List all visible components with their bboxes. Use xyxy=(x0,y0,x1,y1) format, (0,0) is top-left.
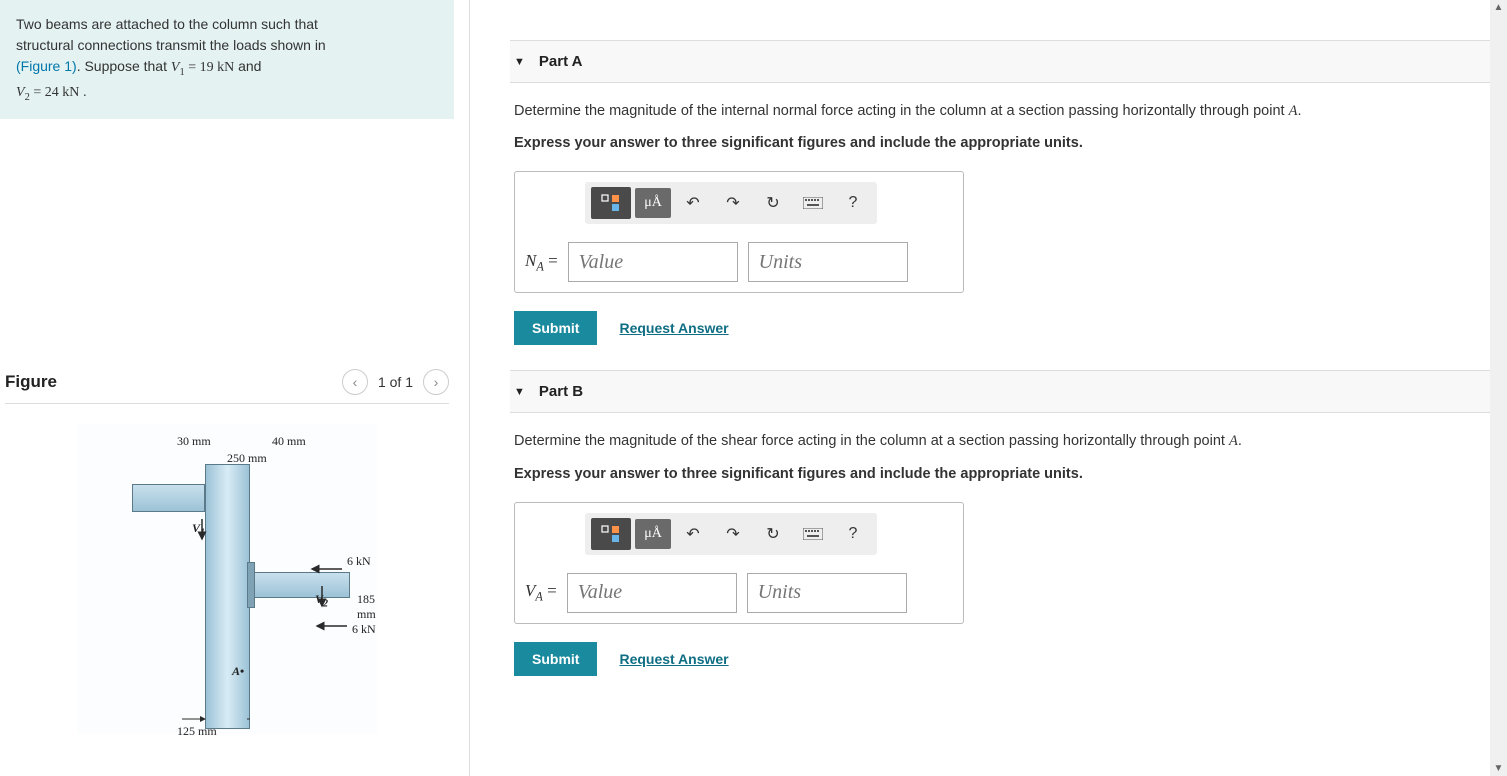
figure-nav: ‹ 1 of 1 › xyxy=(342,369,449,395)
part-a-toolbar: μÅ ↶ ↷ ↻ ? xyxy=(585,182,877,224)
part-b-body: Determine the magnitude of the shear for… xyxy=(510,413,1492,675)
v1-label: V1 xyxy=(192,521,205,538)
part-b-toolbar: μÅ ↶ ↷ ↻ ? xyxy=(585,513,877,555)
dim-250mm: 250 mm xyxy=(227,451,267,466)
eq2: = xyxy=(30,85,45,100)
right-panel: ▼ Part A Determine the magnitude of the … xyxy=(470,0,1507,776)
figure-next-button[interactable]: › xyxy=(423,369,449,395)
part-a-units-input[interactable] xyxy=(748,242,908,282)
collapse-icon: ▼ xyxy=(514,386,525,398)
template-icon[interactable] xyxy=(591,187,631,219)
v2-unit: kN xyxy=(59,85,83,100)
undo-button[interactable]: ↶ xyxy=(675,188,711,218)
dim-185mm: 185 mm xyxy=(357,592,377,622)
part-a-request-answer[interactable]: Request Answer xyxy=(619,320,728,336)
template-icon[interactable] xyxy=(591,518,631,550)
part-a-answer-row: NA = xyxy=(525,242,953,282)
part-a-answer-box: μÅ ↶ ↷ ↻ ? NA = xyxy=(514,171,964,293)
keyboard-button[interactable] xyxy=(795,519,831,549)
collapse-icon: ▼ xyxy=(514,56,525,68)
redo-button[interactable]: ↷ xyxy=(715,188,751,218)
left-panel: Two beams are attached to the column suc… xyxy=(0,0,470,776)
part-b-units-input[interactable] xyxy=(747,573,907,613)
eq1: = xyxy=(185,60,200,75)
keyboard-button[interactable] xyxy=(795,188,831,218)
v1-unit: kN xyxy=(214,60,235,75)
figure-link[interactable]: (Figure 1) xyxy=(16,58,77,74)
part-b-section: ▼ Part B Determine the magnitude of the … xyxy=(510,370,1492,675)
part-a-question: Determine the magnitude of the internal … xyxy=(514,101,1488,121)
special-chars-button[interactable]: μÅ xyxy=(635,188,671,218)
undo-button[interactable]: ↶ xyxy=(675,519,711,549)
part-b-submit-row: Submit Request Answer xyxy=(514,642,1488,676)
part-a-instruction: Express your answer to three significant… xyxy=(514,135,1488,151)
help-button[interactable]: ? xyxy=(835,519,871,549)
and-text: and xyxy=(234,58,261,74)
figure-diagram: 30 mm 40 mm 250 mm V1 6 kN V2 185 mm 6 k… xyxy=(77,424,377,734)
part-a-var-label: NA = xyxy=(525,251,558,274)
part-b-var-label: VA = xyxy=(525,581,557,604)
part-b-question: Determine the magnitude of the shear for… xyxy=(514,431,1488,451)
part-a-submit-row: Submit Request Answer xyxy=(514,311,1488,345)
part-b-header[interactable]: ▼ Part B xyxy=(510,370,1492,413)
part-b-answer-row: VA = xyxy=(525,573,953,613)
part-a-header[interactable]: ▼ Part A xyxy=(510,40,1492,83)
scroll-up-icon[interactable]: ▲ xyxy=(1494,2,1504,13)
point-a: A• xyxy=(232,664,244,679)
v2-var: V xyxy=(16,85,25,100)
redo-button[interactable]: ↷ xyxy=(715,519,751,549)
figure-page: 1 of 1 xyxy=(378,374,413,390)
problem-statement: Two beams are attached to the column suc… xyxy=(0,0,454,119)
dim-30mm: 30 mm xyxy=(177,434,211,449)
force-6kn-bottom: 6 kN xyxy=(352,622,376,637)
part-b-submit-button[interactable]: Submit xyxy=(514,642,597,676)
reset-button[interactable]: ↻ xyxy=(755,188,791,218)
figure-title: Figure xyxy=(5,372,57,392)
v2-label: V2 xyxy=(315,592,328,609)
part-b-instruction: Express your answer to three significant… xyxy=(514,466,1488,482)
period: . xyxy=(83,83,87,99)
suppose-text: . Suppose that xyxy=(77,58,171,74)
figure-header: Figure ‹ 1 of 1 › xyxy=(5,369,449,404)
part-a-section: ▼ Part A Determine the magnitude of the … xyxy=(510,40,1492,345)
dim-40mm: 40 mm xyxy=(272,434,306,449)
part-a-body: Determine the magnitude of the internal … xyxy=(510,83,1492,345)
vertical-scrollbar[interactable]: ▲ ▼ xyxy=(1490,0,1507,776)
part-a-value-input[interactable] xyxy=(568,242,738,282)
reset-button[interactable]: ↻ xyxy=(755,519,791,549)
part-b-request-answer[interactable]: Request Answer xyxy=(619,651,728,667)
help-button[interactable]: ? xyxy=(835,188,871,218)
figure-section: Figure ‹ 1 of 1 › 30 mm 40 mm 250 mm V1 … xyxy=(0,369,454,734)
figure-prev-button[interactable]: ‹ xyxy=(342,369,368,395)
problem-text-2: structural connections transmit the load… xyxy=(16,37,326,53)
force-6kn-top: 6 kN xyxy=(347,554,371,569)
problem-text-1: Two beams are attached to the column suc… xyxy=(16,16,318,32)
special-chars-button[interactable]: μÅ xyxy=(635,519,671,549)
v2-value: 24 xyxy=(45,85,59,100)
part-b-answer-box: μÅ ↶ ↷ ↻ ? VA = xyxy=(514,502,964,624)
part-b-value-input[interactable] xyxy=(567,573,737,613)
dim-125mm: 125 mm xyxy=(177,724,217,739)
v1-value: 19 xyxy=(200,60,214,75)
part-a-submit-button[interactable]: Submit xyxy=(514,311,597,345)
scroll-down-icon[interactable]: ▼ xyxy=(1494,763,1504,774)
part-a-title: Part A xyxy=(539,53,583,70)
part-b-title: Part B xyxy=(539,383,583,400)
